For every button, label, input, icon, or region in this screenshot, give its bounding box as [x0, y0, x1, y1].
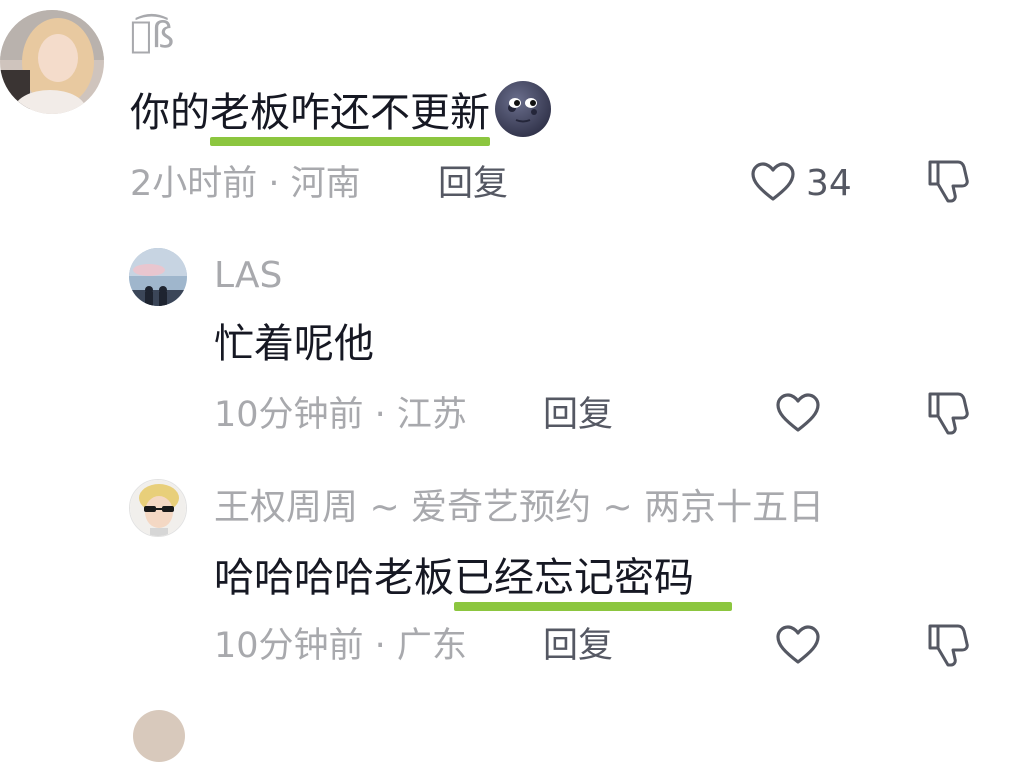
reply-text: 忙着呢他	[214, 321, 374, 367]
comment-time-location: 2小时前 · 河南	[130, 164, 361, 204]
avatar[interactable]	[129, 479, 187, 537]
thumbs-down-icon[interactable]	[924, 622, 970, 668]
heart-icon[interactable]	[750, 161, 796, 203]
comment-text: 你的老板咋还不更新	[130, 80, 552, 138]
comment-text-highlight: 老板咋还不更新	[210, 90, 490, 136]
new-moon-face-icon	[495, 81, 551, 137]
avatar[interactable]	[0, 10, 104, 114]
reply-username[interactable]: 王权周周 ~ 爱奇艺预约 ~ 两京十五日	[214, 488, 824, 528]
comment-username[interactable]: ย͡ß	[130, 16, 174, 56]
reply-text: 哈哈哈哈老板已经忘记密码	[214, 554, 732, 602]
reply-time-location: 10分钟前 · 江苏	[214, 395, 467, 435]
heart-icon[interactable]	[775, 624, 821, 666]
thumbs-down-icon[interactable]	[924, 390, 970, 436]
reply-username[interactable]: LAS	[214, 256, 282, 296]
reply-text-highlight: 已经忘记密码	[454, 555, 732, 601]
avatar-image	[0, 10, 104, 114]
like-count: 34	[806, 163, 852, 204]
reply-time-location: 10分钟前 · 广东	[214, 626, 467, 666]
thumbs-down-icon[interactable]	[924, 158, 970, 204]
avatar-image	[130, 480, 186, 536]
avatar[interactable]	[129, 248, 187, 306]
reply-button[interactable]: 回复	[438, 164, 508, 204]
comment-text-prefix: 你的	[130, 90, 210, 136]
avatar-image	[129, 248, 187, 306]
avatar[interactable]	[133, 710, 185, 762]
heart-icon[interactable]	[775, 392, 821, 434]
reply-text-prefix: 哈哈哈哈老板	[214, 555, 454, 601]
reply-button[interactable]: 回复	[543, 395, 613, 435]
reply-button[interactable]: 回复	[543, 626, 613, 666]
